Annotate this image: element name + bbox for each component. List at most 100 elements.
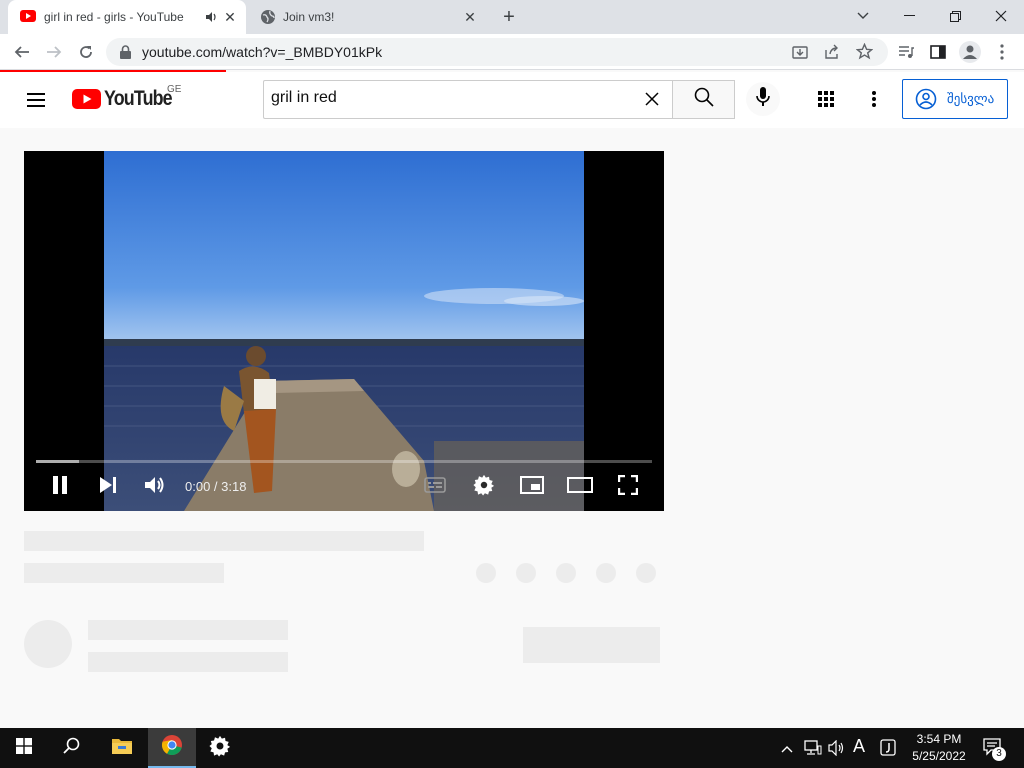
clock-date: 5/25/2022	[912, 749, 966, 763]
restore-button[interactable]	[932, 0, 978, 32]
gear-icon	[473, 474, 495, 501]
search-input[interactable]	[271, 89, 631, 107]
apps-grid-icon[interactable]	[814, 87, 838, 111]
account-circle-icon	[915, 88, 937, 110]
side-panel-icon[interactable]	[926, 40, 950, 64]
subtitles-icon	[424, 476, 446, 498]
start-button[interactable]	[0, 728, 48, 768]
reload-icon[interactable]	[74, 40, 98, 64]
browser-toolbar: youtube.com/watch?v=_BMBDY01kPk	[0, 34, 1024, 70]
microphone-icon	[756, 86, 770, 112]
subscribe-button-placeholder	[523, 627, 660, 663]
tab-close-icon[interactable]: ✕	[222, 9, 238, 25]
youtube-logo[interactable]: YouTube GE	[72, 84, 182, 114]
profile-avatar-icon[interactable]	[958, 40, 982, 64]
miniplayer-button[interactable]	[518, 473, 546, 501]
system-clock[interactable]: 3:54 PM 5/25/2022	[906, 731, 972, 765]
action-placeholder	[596, 563, 616, 583]
action-center-button[interactable]: 3	[983, 738, 1006, 761]
view-count-placeholder	[24, 563, 224, 583]
url-text: youtube.com/watch?v=_BMBDY01kPk	[142, 44, 383, 60]
youtube-play-logo-icon	[72, 89, 101, 114]
bookmark-star-icon[interactable]	[855, 42, 874, 65]
browser-tab-strip: girl in red - girls - YouTube ✕ Join vm3…	[0, 0, 1024, 34]
clock-time: 3:54 PM	[916, 732, 962, 746]
globe-icon	[260, 9, 276, 28]
new-tab-button[interactable]: +	[497, 6, 521, 28]
network-icon[interactable]	[804, 740, 822, 759]
folder-icon	[111, 737, 133, 760]
miniplayer-icon	[520, 475, 544, 499]
ime-mode-icon[interactable]	[880, 739, 896, 759]
windows-taskbar: A 3:54 PM 5/25/2022 3	[0, 728, 1024, 768]
progress-buffered	[36, 460, 80, 463]
voice-search-button[interactable]	[746, 82, 780, 116]
hamburger-menu-icon[interactable]	[24, 88, 48, 112]
tab-title: Join vm3!	[283, 10, 335, 24]
settings-taskbar-button[interactable]	[196, 728, 244, 768]
skip-next-icon	[98, 476, 118, 499]
clear-search-icon[interactable]	[644, 91, 660, 112]
youtube-favicon-icon	[20, 10, 36, 25]
file-explorer-button[interactable]	[98, 728, 146, 768]
search-box[interactable]	[263, 80, 672, 119]
video-player[interactable]: 0:00 / 3:18	[24, 151, 664, 511]
windows-logo-icon	[16, 737, 32, 759]
channel-name-placeholder	[88, 620, 288, 640]
fullscreen-button[interactable]	[614, 473, 642, 501]
minimize-button[interactable]	[886, 0, 932, 32]
youtube-wordmark: YouTube	[104, 87, 173, 110]
volume-icon	[144, 475, 166, 500]
tab-close-icon[interactable]: ✕	[462, 9, 478, 25]
region-code: GE	[167, 84, 182, 95]
search-icon	[694, 87, 714, 112]
install-app-icon[interactable]	[792, 44, 808, 65]
notification-count-badge: 3	[992, 747, 1006, 761]
gear-icon	[209, 735, 231, 762]
share-icon[interactable]	[824, 44, 840, 65]
tab-join-vm3[interactable]: Join vm3! ✕	[250, 0, 488, 34]
pause-icon	[51, 475, 69, 500]
pause-button[interactable]	[46, 473, 74, 501]
tab-title: girl in red - girls - YouTube	[44, 10, 184, 24]
chrome-taskbar-button[interactable]	[148, 728, 196, 768]
settings-button[interactable]	[470, 473, 498, 501]
sign-in-label: შესვლა	[947, 91, 995, 106]
sign-in-button[interactable]: შესვლა	[902, 79, 1008, 119]
chrome-menu-icon[interactable]	[990, 40, 1014, 64]
channel-avatar-placeholder	[24, 620, 72, 668]
next-button[interactable]	[94, 473, 122, 501]
video-frame	[104, 151, 584, 511]
youtube-header: YouTube GE შესვლა	[0, 72, 1024, 128]
settings-more-icon[interactable]	[862, 87, 886, 111]
chrome-icon	[161, 734, 183, 761]
search-button[interactable]	[672, 80, 735, 119]
action-placeholder	[476, 563, 496, 583]
subtitles-button[interactable]	[421, 473, 449, 501]
action-placeholder	[556, 563, 576, 583]
title-placeholder	[24, 531, 424, 551]
audio-playing-icon[interactable]	[204, 10, 218, 27]
theater-mode-icon	[567, 476, 593, 498]
fullscreen-icon	[617, 474, 639, 500]
action-placeholder	[636, 563, 656, 583]
subscriber-count-placeholder	[88, 652, 288, 672]
forward-arrow-icon[interactable]	[42, 40, 66, 64]
search-icon	[63, 737, 81, 760]
tab-search-icon[interactable]	[840, 0, 886, 32]
speaker-volume-icon[interactable]	[828, 739, 846, 759]
show-hidden-icons-chevron-up-icon[interactable]	[781, 740, 793, 756]
mute-button[interactable]	[141, 473, 169, 501]
taskbar-search-button[interactable]	[48, 728, 96, 768]
action-placeholder	[516, 563, 536, 583]
media-control-icon[interactable]	[894, 40, 918, 64]
back-arrow-icon[interactable]	[10, 40, 34, 64]
close-window-button[interactable]	[978, 0, 1024, 32]
time-display: 0:00 / 3:18	[185, 479, 247, 494]
address-bar[interactable]: youtube.com/watch?v=_BMBDY01kPk	[106, 38, 888, 66]
input-language-indicator[interactable]: A	[853, 736, 865, 757]
theater-mode-button[interactable]	[566, 473, 594, 501]
tab-youtube[interactable]: girl in red - girls - YouTube ✕	[8, 0, 246, 34]
video-progress-bar[interactable]	[36, 460, 652, 463]
lock-icon[interactable]	[120, 45, 131, 64]
